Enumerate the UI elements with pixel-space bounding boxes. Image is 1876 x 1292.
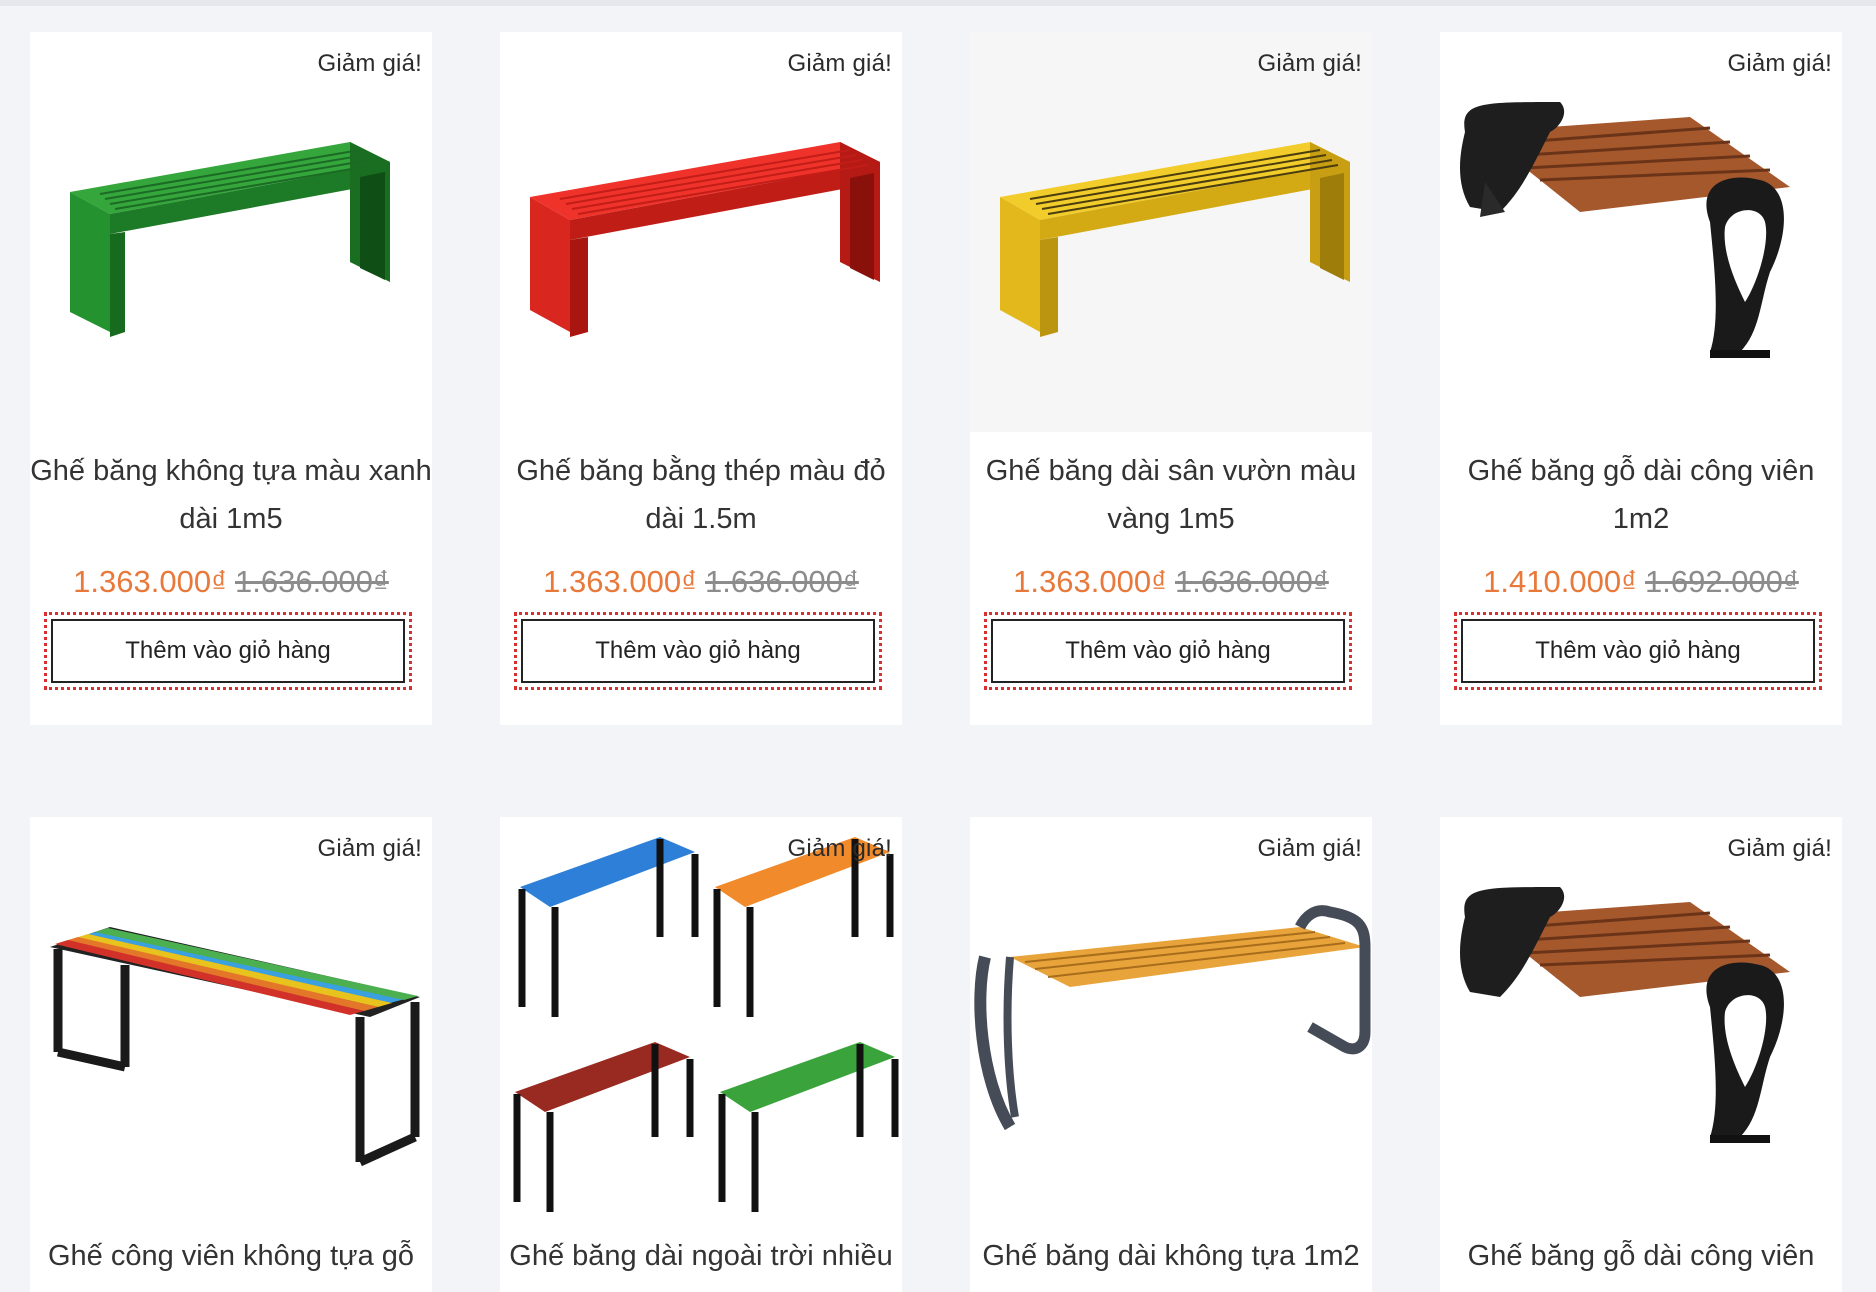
sale-badge: Giảm giá! [317, 835, 422, 862]
product-card[interactable]: Giảm giá! Ghế băng dài không tựa 1m2 [970, 817, 1372, 1292]
add-to-cart-focus-ring: Thêm vào giỏ hàng [984, 612, 1352, 690]
add-to-cart-button[interactable]: Thêm vào giỏ hàng [521, 619, 875, 683]
add-to-cart-focus-ring: Thêm vào giỏ hàng [44, 612, 412, 690]
product-image-multicolor-bench[interactable] [30, 817, 432, 1217]
product-name[interactable]: Ghế băng dài không tựa 1m2 [970, 1232, 1372, 1280]
add-to-cart-focus-ring: Thêm vào giỏ hàng [514, 612, 882, 690]
product-image-red-bench[interactable] [500, 32, 902, 432]
product-card[interactable]: Giảm giá! Ghế băng dài ngoài trời nhiều [500, 817, 902, 1292]
product-card[interactable]: Giảm giá! Ghế băng bằng thép màu đỏ dài … [500, 32, 902, 725]
sale-badge: Giảm giá! [1727, 50, 1832, 77]
product-image-wood-bench-armrest[interactable] [1440, 32, 1842, 432]
product-image-wood-bench-armrest[interactable] [1440, 817, 1842, 1217]
old-price: 1.636.000₫ [235, 564, 389, 599]
add-to-cart-button[interactable]: Thêm vào giỏ hàng [51, 619, 405, 683]
product-name[interactable]: Ghế băng dài ngoài trời nhiều [500, 1232, 902, 1280]
product-image-yellow-bench[interactable] [970, 32, 1372, 432]
product-name[interactable]: Ghế công viên không tựa gỗ [30, 1232, 432, 1280]
product-image-green-bench[interactable] [30, 32, 432, 432]
sale-badge: Giảm giá! [787, 50, 892, 77]
product-price: 1.363.000₫ 1.636.000₫ [970, 562, 1372, 602]
product-card[interactable]: Giảm giá! Ghế băng gỗ dài công viên [1440, 817, 1842, 1292]
product-card[interactable]: Giảm giá! Ghế băng dài sân vườn màu vàng… [970, 32, 1372, 725]
product-name[interactable]: Ghế băng bằng thép màu đỏ dài 1.5m [500, 447, 902, 543]
product-name[interactable]: Ghế băng không tựa màu xanh dài 1m5 [30, 447, 432, 543]
product-card[interactable]: Giảm giá! Ghế công viên không tựa gỗ [30, 817, 432, 1292]
current-price: 1.363.000₫ [1013, 564, 1167, 599]
product-name[interactable]: Ghế băng dài sân vườn màu vàng 1m5 [970, 447, 1372, 543]
current-price: 1.363.000₫ [73, 564, 227, 599]
product-card[interactable]: Giảm giá! Ghế băng không tựa màu xanh dà… [30, 32, 432, 725]
sale-badge: Giảm giá! [1257, 835, 1362, 862]
sale-badge: Giảm giá! [787, 835, 892, 862]
old-price: 1.692.000₫ [1645, 564, 1799, 599]
sale-badge: Giảm giá! [317, 50, 422, 77]
sale-badge: Giảm giá! [1257, 50, 1362, 77]
product-price: 1.410.000₫ 1.692.000₫ [1440, 562, 1842, 602]
old-price: 1.636.000₫ [705, 564, 859, 599]
product-name[interactable]: Ghế băng gỗ dài công viên [1440, 1232, 1842, 1280]
sale-badge: Giảm giá! [1727, 835, 1832, 862]
add-to-cart-button[interactable]: Thêm vào giỏ hàng [991, 619, 1345, 683]
add-to-cart-button[interactable]: Thêm vào giỏ hàng [1461, 619, 1815, 683]
top-divider [0, 0, 1876, 6]
current-price: 1.363.000₫ [543, 564, 697, 599]
product-card[interactable]: Giảm giá! Ghế băng gỗ dài công viên 1m2 … [1440, 32, 1842, 725]
old-price: 1.636.000₫ [1175, 564, 1329, 599]
product-image-wood-bench-steel-frame[interactable] [970, 817, 1372, 1217]
current-price: 1.410.000₫ [1483, 564, 1637, 599]
add-to-cart-focus-ring: Thêm vào giỏ hàng [1454, 612, 1822, 690]
product-image-four-color-benches[interactable] [500, 817, 902, 1217]
product-name[interactable]: Ghế băng gỗ dài công viên 1m2 [1440, 447, 1842, 543]
product-price: 1.363.000₫ 1.636.000₫ [500, 562, 902, 602]
product-price: 1.363.000₫ 1.636.000₫ [30, 562, 432, 602]
